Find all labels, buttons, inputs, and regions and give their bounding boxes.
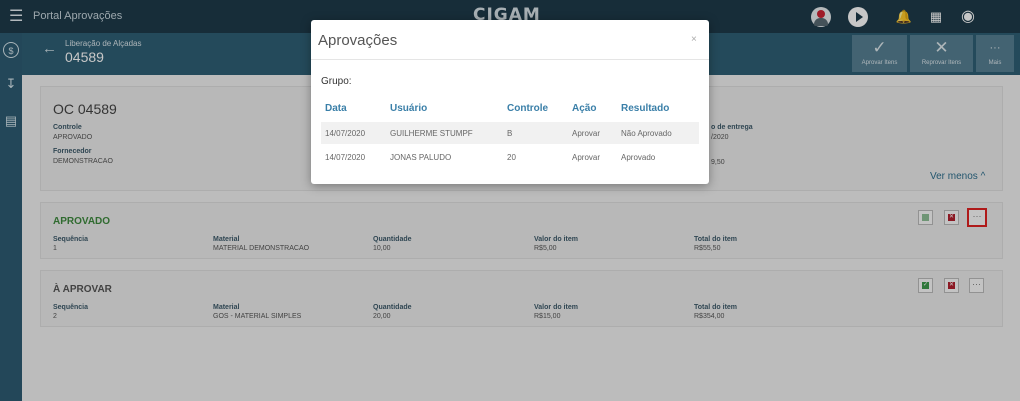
modal-divider (311, 59, 709, 60)
cell-resultado: Não Aprovado (621, 129, 672, 138)
column-header-acao: Ação (572, 103, 597, 114)
cell-data: 14/07/2020 (325, 129, 366, 138)
approvals-modal: Aprovações × Grupo: Data Usuário Control… (311, 20, 709, 184)
cell-usuario: GUILHERME STUMPF (390, 129, 473, 138)
grupo-label: Grupo: (321, 76, 352, 87)
cell-acao: Aprovar (572, 153, 601, 162)
table-row: 14/07/2020 JONAS PALUDO 20 Aprovar Aprov… (321, 146, 699, 168)
cell-data: 14/07/2020 (325, 153, 366, 162)
cell-usuario: JONAS PALUDO (390, 153, 452, 162)
table-row: 14/07/2020 GUILHERME STUMPF B Aprovar Nã… (321, 122, 699, 144)
column-header-data: Data (325, 103, 347, 114)
modal-title: Aprovações (318, 32, 398, 49)
cell-controle: B (507, 129, 513, 138)
column-header-usuario: Usuário (390, 103, 428, 114)
cell-resultado: Aprovado (621, 153, 656, 162)
cell-controle: 20 (507, 153, 516, 162)
column-header-resultado: Resultado (621, 103, 670, 114)
cell-acao: Aprovar (572, 129, 601, 138)
close-icon[interactable]: × (691, 34, 697, 45)
column-header-controle: Controle (507, 103, 549, 114)
